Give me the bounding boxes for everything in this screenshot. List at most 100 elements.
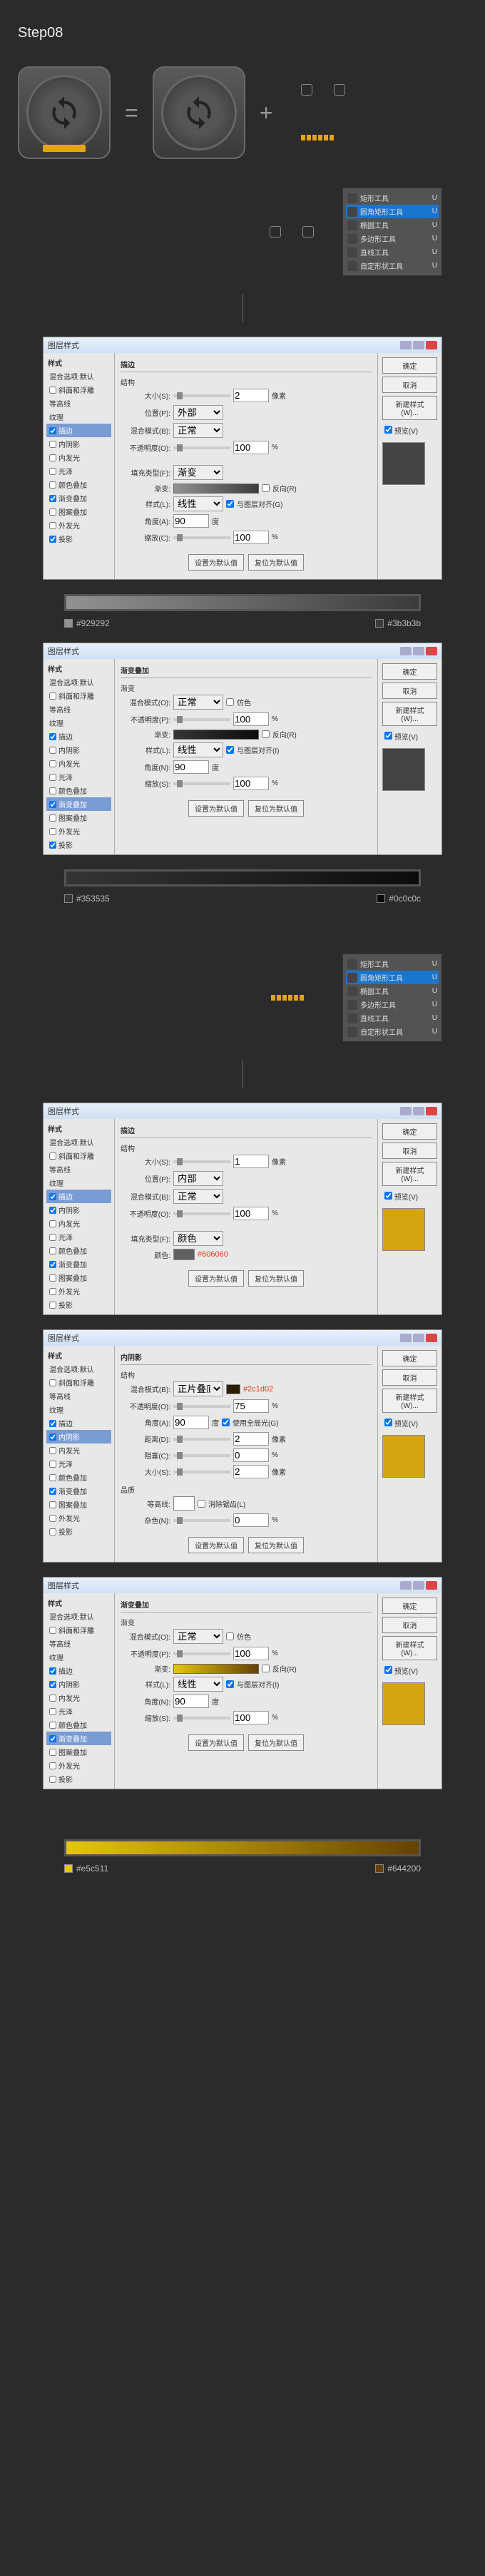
- style-item[interactable]: 混合选项:默认: [46, 369, 111, 383]
- slider[interactable]: [173, 1212, 230, 1215]
- tool-item[interactable]: 自定形状工具U: [346, 1025, 439, 1038]
- style-checkbox[interactable]: [49, 427, 56, 434]
- style-item[interactable]: 混合选项:默认: [46, 1362, 111, 1376]
- style-item[interactable]: 描边: [46, 730, 111, 743]
- preview-checkbox[interactable]: [384, 1666, 392, 1674]
- size-input[interactable]: [233, 1465, 269, 1478]
- style-item[interactable]: 斜面和浮雕: [46, 1149, 111, 1162]
- angle-input[interactable]: [173, 760, 209, 774]
- style-checkbox[interactable]: [49, 747, 56, 754]
- style-checkbox[interactable]: [49, 522, 56, 529]
- cancel-button[interactable]: 取消: [382, 1617, 437, 1633]
- style-item[interactable]: 投影: [46, 1772, 111, 1786]
- blend-select[interactable]: 正常: [173, 1189, 223, 1204]
- close-icon[interactable]: [426, 1334, 437, 1342]
- style-item[interactable]: 内阴影: [46, 1677, 111, 1691]
- style-item[interactable]: 内阴影: [46, 1430, 111, 1443]
- style-checkbox[interactable]: [49, 536, 56, 543]
- style-item[interactable]: 渐变叠加: [46, 1732, 111, 1745]
- style-item[interactable]: 图案叠加: [46, 1271, 111, 1284]
- style-checkbox[interactable]: [49, 1515, 56, 1522]
- style-item[interactable]: 纹理: [46, 716, 111, 730]
- style-checkbox[interactable]: [49, 1461, 56, 1468]
- style-checkbox[interactable]: [49, 1247, 56, 1254]
- style-checkbox[interactable]: [49, 1776, 56, 1783]
- style-checkbox[interactable]: [49, 1152, 56, 1160]
- tool-item[interactable]: 圆角矩形工具U: [346, 205, 439, 218]
- slider[interactable]: [173, 1717, 230, 1719]
- style-item[interactable]: 内阴影: [46, 437, 111, 451]
- style-checkbox[interactable]: [49, 387, 56, 394]
- grad-style-select[interactable]: 线性: [173, 742, 223, 757]
- style-checkbox[interactable]: [49, 842, 56, 849]
- slider[interactable]: [173, 1652, 230, 1655]
- ok-button[interactable]: 确定: [382, 1350, 437, 1366]
- distance-input[interactable]: [233, 1432, 269, 1446]
- align-checkbox[interactable]: [226, 746, 234, 754]
- gradient-picker[interactable]: [173, 730, 259, 740]
- dialog-titlebar[interactable]: 图层样式: [44, 643, 441, 659]
- style-item[interactable]: 描边: [46, 1416, 111, 1430]
- global-light-checkbox[interactable]: [222, 1419, 230, 1426]
- style-checkbox[interactable]: [49, 1749, 56, 1756]
- scale-input[interactable]: [233, 777, 269, 790]
- tool-item[interactable]: 自定形状工具U: [346, 259, 439, 272]
- dialog-titlebar[interactable]: 图层样式: [44, 337, 441, 353]
- dither-checkbox[interactable]: [226, 698, 234, 706]
- slider[interactable]: [173, 1519, 230, 1522]
- style-checkbox[interactable]: [49, 1274, 56, 1282]
- ok-button[interactable]: 确定: [382, 1123, 437, 1140]
- align-checkbox[interactable]: [226, 500, 234, 508]
- style-checkbox[interactable]: [49, 1379, 56, 1386]
- close-icon[interactable]: [426, 341, 437, 349]
- style-checkbox[interactable]: [49, 481, 56, 489]
- style-item[interactable]: 混合选项:默认: [46, 675, 111, 689]
- preview-checkbox[interactable]: [384, 1419, 392, 1426]
- style-item[interactable]: 投影: [46, 1525, 111, 1538]
- set-default-button[interactable]: 设置为默认值: [188, 1734, 244, 1751]
- noise-input[interactable]: [233, 1513, 269, 1527]
- minimize-icon[interactable]: [400, 1107, 412, 1115]
- antialias-checkbox[interactable]: [198, 1500, 205, 1508]
- style-checkbox[interactable]: [49, 1501, 56, 1508]
- style-item[interactable]: 光泽: [46, 464, 111, 478]
- tool-item[interactable]: 圆角矩形工具U: [346, 971, 439, 984]
- opacity-input[interactable]: [233, 712, 269, 726]
- style-item[interactable]: 光泽: [46, 770, 111, 784]
- new-style-button[interactable]: 新建样式(W)...: [382, 1162, 437, 1186]
- slider[interactable]: [173, 1471, 230, 1473]
- style-checkbox[interactable]: [49, 760, 56, 767]
- shape-tool-panel[interactable]: 矩形工具U圆角矩形工具U椭圆工具U多边形工具U直线工具U自定形状工具U: [342, 954, 442, 1042]
- style-checkbox[interactable]: [49, 454, 56, 461]
- choke-input[interactable]: [233, 1448, 269, 1462]
- contour-picker[interactable]: [173, 1496, 195, 1511]
- style-item[interactable]: 纹理: [46, 1650, 111, 1664]
- style-checkbox[interactable]: [49, 1193, 56, 1200]
- style-item[interactable]: 斜面和浮雕: [46, 689, 111, 702]
- style-item[interactable]: 描边: [46, 1664, 111, 1677]
- slider[interactable]: [173, 1438, 230, 1441]
- reset-default-button[interactable]: 复位为默认值: [248, 1734, 304, 1751]
- set-default-button[interactable]: 设置为默认值: [188, 1537, 244, 1553]
- preview-checkbox[interactable]: [384, 732, 392, 740]
- style-checkbox[interactable]: [49, 828, 56, 835]
- style-item[interactable]: 斜面和浮雕: [46, 1623, 111, 1637]
- slider[interactable]: [173, 1454, 230, 1457]
- style-checkbox[interactable]: [49, 1420, 56, 1427]
- style-checkbox[interactable]: [49, 1474, 56, 1481]
- window-controls[interactable]: [400, 1581, 437, 1590]
- style-item[interactable]: 斜面和浮雕: [46, 383, 111, 397]
- style-item[interactable]: 颜色叠加: [46, 1471, 111, 1484]
- style-item[interactable]: 颜色叠加: [46, 1718, 111, 1732]
- style-checkbox[interactable]: [49, 1528, 56, 1535]
- tool-item[interactable]: 直线工具U: [346, 1011, 439, 1025]
- angle-input[interactable]: [173, 1416, 209, 1429]
- style-item[interactable]: 渐变叠加: [46, 491, 111, 505]
- tool-item[interactable]: 椭圆工具U: [346, 984, 439, 998]
- opacity-input[interactable]: [233, 1647, 269, 1660]
- ok-button[interactable]: 确定: [382, 1598, 437, 1614]
- style-checkbox[interactable]: [49, 441, 56, 448]
- maximize-icon[interactable]: [413, 1107, 424, 1115]
- maximize-icon[interactable]: [413, 341, 424, 349]
- style-item[interactable]: 外发光: [46, 1759, 111, 1772]
